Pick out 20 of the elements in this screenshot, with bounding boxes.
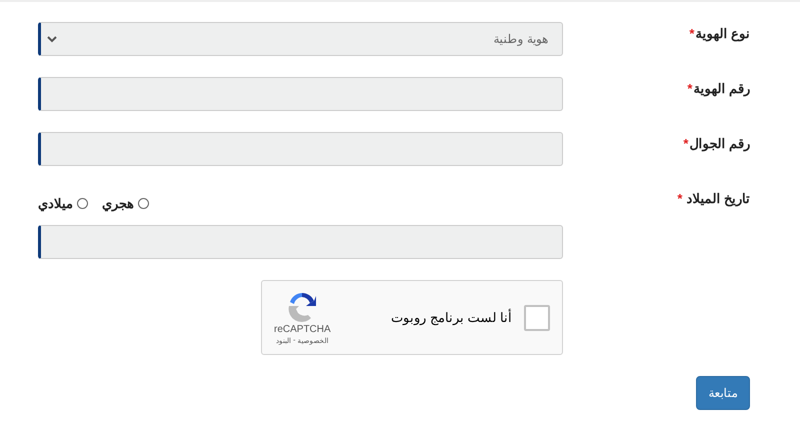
robot-checkbox[interactable]: [524, 304, 550, 330]
input-field[interactable]: [38, 132, 563, 166]
checkbox-label: أنا لست برنامج روبوت: [391, 310, 512, 325]
calendar-radio[interactable]: هجري: [102, 193, 149, 213]
field-label: رقم الهوية: [693, 81, 750, 96]
required-mark: *: [683, 136, 688, 151]
input-field[interactable]: [38, 77, 563, 111]
field-label: نوع الهوية: [695, 26, 750, 41]
field-label: رقم الجوال: [689, 136, 750, 151]
id-type-select[interactable]: هوية وطنية: [38, 22, 563, 56]
required-mark: *: [689, 26, 694, 41]
required-mark: *: [687, 81, 692, 96]
continue-button[interactable]: متابعة: [696, 376, 750, 410]
date-field[interactable]: [38, 225, 563, 259]
recaptcha-logo-icon: [286, 290, 318, 322]
required-mark: *: [677, 191, 682, 206]
recaptcha-brand: reCAPTCHA: [274, 324, 331, 335]
chevron-down-icon: [47, 36, 57, 42]
calendar-radio[interactable]: ميلادي: [38, 193, 88, 213]
field-label: تاريخ الميلاد: [686, 191, 750, 206]
